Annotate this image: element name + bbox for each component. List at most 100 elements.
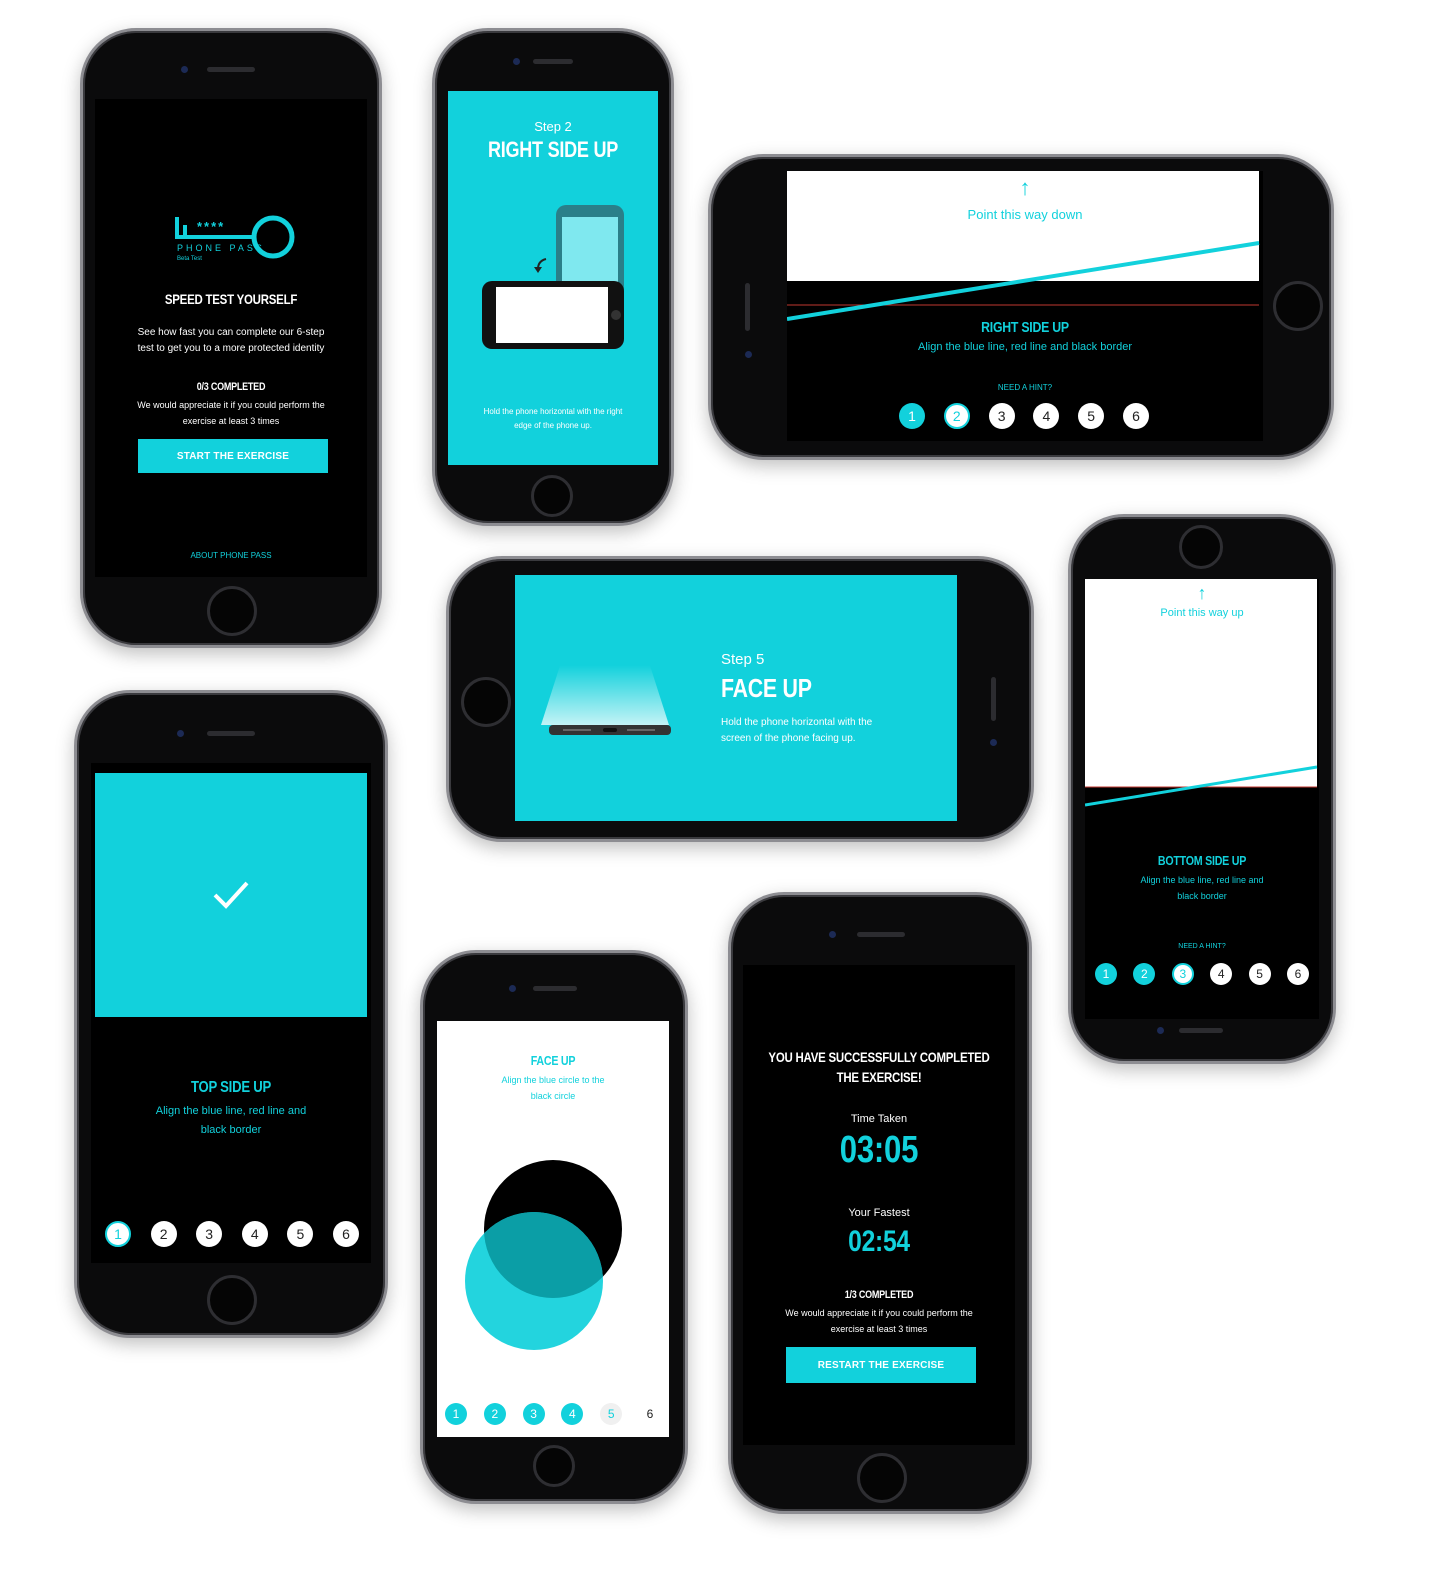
step-dot-2[interactable]: 2 — [483, 1403, 506, 1425]
step-dot-4[interactable]: 4 — [1210, 963, 1233, 985]
home-button[interactable] — [1179, 525, 1223, 569]
speaker — [207, 731, 255, 736]
step-dot-1[interactable]: 1 — [445, 1403, 467, 1425]
step-dot-5[interactable]: 5 — [600, 1403, 623, 1425]
circle-alignment-graphic — [465, 1160, 622, 1350]
speaker — [745, 283, 750, 331]
restart-exercise-button[interactable]: RESTART THE EXERCISE — [786, 1347, 976, 1383]
screen-right-side-up: ↑ Point this way down RIGHT SIDE UP Alig… — [787, 171, 1263, 441]
step-dot-5[interactable]: 5 — [287, 1221, 314, 1247]
home-button[interactable] — [857, 1453, 907, 1503]
phone-step2: Step 2 RIGHT SIDE UP Hold the phone hori… — [432, 28, 674, 526]
home-button[interactable] — [533, 1445, 575, 1487]
step-dot-2[interactable]: 2 — [1133, 963, 1156, 985]
step-dot-1[interactable]: 1 — [899, 403, 925, 429]
instruction-description-line-2: black circle — [530, 1091, 576, 1101]
fastest-value: 02:54 — [848, 1225, 910, 1258]
phone-top-side-up: TOP SIDE UP Align the blue line, red lin… — [74, 690, 388, 1338]
step-dot-6[interactable]: 6 — [332, 1221, 359, 1247]
step-label: Step 2 — [534, 119, 572, 134]
speaker — [857, 932, 905, 937]
time-taken-label: Time Taken — [850, 1113, 908, 1125]
start-exercise-button[interactable]: START THE EXERCISE — [138, 439, 328, 473]
phone-completed: YOU HAVE SUCCESSFULLY COMPLETED THE EXER… — [728, 892, 1032, 1514]
description-line-1: See how fast you can complete our 6-step — [137, 327, 325, 338]
phone-bottom-side-up: ↑ Point this way up BOTTOM SIDE UP Align… — [1068, 514, 1336, 1064]
camera-icon — [829, 931, 836, 938]
camera-icon — [177, 730, 184, 737]
hint-line-2: edge of the phone up. — [514, 421, 592, 430]
camera-icon — [509, 985, 516, 992]
screen-step5: Step 5 FACE UP Hold the phone horizontal… — [515, 575, 957, 821]
step-dot-3[interactable]: 3 — [988, 403, 1015, 429]
step-dot-3[interactable]: 3 — [1171, 963, 1194, 985]
step-dot-5[interactable]: 5 — [1248, 963, 1271, 985]
note-line-1: We would appreciate it if you could perf… — [137, 400, 325, 410]
step-dot-1[interactable]: 1 — [105, 1221, 131, 1247]
camera-icon — [1157, 1027, 1164, 1034]
point-direction-label: Point this way down — [967, 207, 1083, 222]
step-dot-6[interactable]: 6 — [638, 1403, 661, 1425]
point-direction-label: Point this way up — [1160, 607, 1244, 619]
step-dot-3[interactable]: 3 — [196, 1221, 223, 1247]
screen-completed: YOU HAVE SUCCESSFULLY COMPLETED THE EXER… — [743, 965, 1015, 1445]
step-title: FACE UP — [721, 673, 812, 703]
screen-glow — [541, 665, 669, 725]
hint-link[interactable]: NEED A HINT? — [787, 383, 1263, 392]
step-dot-4[interactable]: 4 — [561, 1403, 584, 1425]
step-dot-1[interactable]: 1 — [1095, 963, 1117, 985]
note-line-2: exercise at least 3 times — [182, 416, 280, 426]
logo-subtitle: Beta Test — [177, 256, 202, 262]
screen-start: **** PHONE PASS Beta Test SPEED TEST YOU… — [95, 99, 367, 577]
progress-label: 0/3 COMPLETED — [196, 381, 266, 393]
home-button[interactable] — [461, 677, 511, 727]
completion-title-line-1: YOU HAVE SUCCESSFULLY COMPLETED — [768, 1049, 990, 1065]
instruction-description-line-1: Align the blue circle to the — [501, 1075, 605, 1085]
step-dot-2[interactable]: 2 — [943, 403, 970, 429]
speaker — [1179, 1028, 1223, 1033]
step-indicator: 1 2 3 4 5 6 — [105, 1221, 359, 1247]
camera-icon — [513, 58, 520, 65]
time-taken-value: 03:05 — [839, 1129, 919, 1171]
completion-title-line-2: THE EXERCISE! — [836, 1069, 922, 1085]
phone-flat-illustration — [549, 725, 671, 735]
instruction-description-line-1: Align the blue line, red line and — [1140, 875, 1264, 885]
phone-step5: Step 5 FACE UP Hold the phone horizontal… — [446, 556, 1034, 842]
home-button[interactable] — [207, 586, 257, 636]
speaker — [991, 677, 996, 721]
home-button[interactable] — [1273, 281, 1323, 331]
instruction-title: BOTTOM SIDE UP — [1157, 853, 1247, 868]
description-line-2: test to get you to a more protected iden… — [137, 343, 325, 354]
home-button[interactable] — [207, 1275, 257, 1325]
phone-start: **** PHONE PASS Beta Test SPEED TEST YOU… — [80, 28, 382, 648]
page-title: SPEED TEST YOURSELF — [164, 291, 298, 307]
speaker — [533, 59, 573, 64]
instruction-description-line-2: black border — [1177, 891, 1227, 901]
step-dot-4[interactable]: 4 — [241, 1221, 268, 1247]
step-dot-6[interactable]: 6 — [1122, 403, 1149, 429]
step-dot-3[interactable]: 3 — [522, 1403, 545, 1425]
check-icon — [213, 881, 249, 909]
step-dot-2[interactable]: 2 — [150, 1221, 177, 1247]
instruction-description-line-2: black border — [200, 1124, 262, 1136]
screen-step2: Step 2 RIGHT SIDE UP Hold the phone hori… — [448, 91, 658, 465]
step-dot-4[interactable]: 4 — [1033, 403, 1060, 429]
arrow-up-icon: ↑ — [1019, 175, 1031, 200]
note-line-1: We would appreciate it if you could perf… — [785, 1308, 973, 1318]
step-title: RIGHT SIDE UP — [487, 137, 619, 162]
instruction-description-line-1: Align the blue line, red line and — [155, 1105, 307, 1117]
about-link[interactable]: ABOUT PHONE PASS — [95, 551, 367, 560]
hint-link[interactable]: NEED A HINT? — [1085, 943, 1319, 950]
screen-bottom-side-up: ↑ Point this way up BOTTOM SIDE UP Align… — [1085, 579, 1319, 1019]
step-dot-6[interactable]: 6 — [1286, 963, 1309, 985]
home-button[interactable] — [531, 475, 573, 517]
arrow-up-icon: ↑ — [1197, 583, 1207, 603]
step-indicator: 1 2 3 4 5 6 — [1095, 963, 1309, 985]
instruction-title: RIGHT SIDE UP — [981, 319, 1069, 336]
instruction-title: TOP SIDE UP — [191, 1079, 271, 1096]
step-indicator: 1 2 3 4 5 6 — [899, 403, 1149, 429]
screen-face-up: FACE UP Align the blue circle to the bla… — [437, 1021, 669, 1437]
step-dot-5[interactable]: 5 — [1078, 403, 1105, 429]
camera-icon — [181, 66, 188, 73]
fastest-label: Your Fastest — [848, 1207, 910, 1219]
